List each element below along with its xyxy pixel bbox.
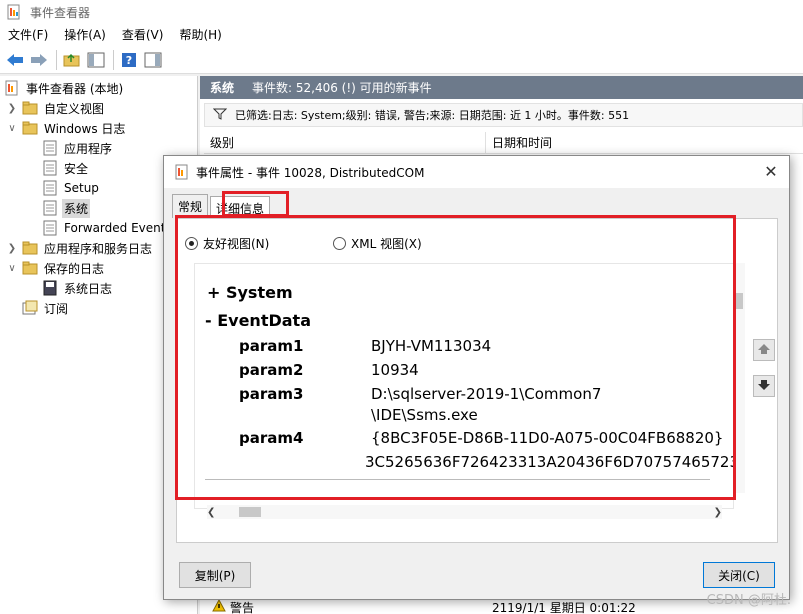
pane-header-name: 系统 bbox=[210, 81, 235, 95]
arrow-up-icon bbox=[757, 342, 771, 359]
tree-app-service-logs[interactable]: ❯ 应用程序和服务日志 bbox=[6, 238, 154, 258]
tab-details[interactable]: 详细信息 bbox=[210, 196, 271, 218]
pane-header-count: 事件数: 52,406 (!) 可用的新事件 bbox=[252, 81, 432, 95]
pane-header: 系统 事件数: 52,406 (!) 可用的新事件 bbox=[200, 76, 803, 99]
svg-text:?: ? bbox=[126, 54, 132, 67]
toolbar: ? bbox=[0, 46, 803, 74]
window-title: 事件查看器 bbox=[30, 5, 91, 20]
scroll-right-icon[interactable]: ❯ bbox=[714, 507, 722, 518]
event-properties-dialog: 事件属性 - 事件 10028, DistributedCOM ✕ 常规 详细信… bbox=[163, 155, 790, 600]
radio-button[interactable] bbox=[185, 237, 198, 250]
chevron-right-icon[interactable]: ❯ bbox=[6, 243, 18, 254]
toolbar-separator bbox=[113, 49, 114, 70]
tree-log-security[interactable]: 安全 bbox=[42, 158, 90, 178]
back-arrow-icon[interactable] bbox=[4, 49, 26, 71]
horizontal-scrollbar[interactable]: ❮ ❯ bbox=[207, 505, 722, 519]
param-value-continued: 3C5265636F726423313A20436F6D70757465723 bbox=[365, 453, 734, 471]
tree-subscriptions[interactable]: 订阅 bbox=[22, 298, 70, 318]
vertical-scrollbar[interactable] bbox=[733, 263, 745, 493]
filter-icon bbox=[212, 108, 228, 123]
show-action-pane-icon[interactable] bbox=[142, 49, 164, 71]
event-details-viewer[interactable]: + System - EventData param1 BJYH-VM11303… bbox=[194, 263, 734, 509]
forward-arrow-icon[interactable] bbox=[28, 49, 50, 71]
tree-saved-logs[interactable]: ∨ 保存的日志 bbox=[6, 258, 106, 278]
row-datetime: 2119/1/1 星期日 0:01:22 bbox=[492, 600, 636, 614]
scroll-left-icon[interactable]: ❮ bbox=[207, 507, 215, 518]
radio-button[interactable] bbox=[333, 237, 346, 250]
tree-log-system[interactable]: 系统 bbox=[42, 198, 91, 218]
log-icon bbox=[42, 140, 58, 156]
log-icon bbox=[42, 180, 58, 196]
tree-log-application[interactable]: 应用程序 bbox=[42, 138, 114, 158]
chevron-down-icon[interactable]: ∨ bbox=[6, 123, 18, 134]
column-level[interactable]: 级别 bbox=[204, 132, 486, 153]
column-datetime[interactable]: 日期和时间 bbox=[486, 134, 552, 151]
folder-icon bbox=[22, 100, 38, 116]
event-viewer-icon bbox=[4, 80, 20, 96]
tab-general[interactable]: 常规 bbox=[172, 194, 209, 218]
param-value: BJYH-VM113034 bbox=[371, 337, 492, 355]
dialog-title-bar: 事件属性 - 事件 10028, DistributedCOM ✕ bbox=[164, 156, 789, 188]
filter-text: 已筛选:日志: System;级别: 错误, 警告;来源: 日期范围: 近 1 … bbox=[235, 109, 630, 122]
param-value: {8BC3F05E-D86B-11D0-A075-00C04FB68820} bbox=[371, 429, 724, 447]
up-folder-icon[interactable] bbox=[61, 49, 83, 71]
previous-event-button[interactable] bbox=[753, 339, 775, 361]
folder-icon bbox=[22, 260, 38, 276]
menu-help[interactable]: 帮助(H) bbox=[171, 24, 229, 46]
show-hide-tree-icon[interactable] bbox=[85, 49, 107, 71]
folder-icon bbox=[22, 240, 38, 256]
param-key: param4 bbox=[239, 429, 304, 447]
param-key: param3 bbox=[239, 385, 304, 403]
event-viewer-icon bbox=[6, 4, 22, 20]
log-icon bbox=[42, 200, 58, 216]
event-properties-icon bbox=[174, 164, 190, 180]
tree-custom-views[interactable]: ❯ 自定义视图 bbox=[6, 98, 106, 118]
log-icon bbox=[42, 220, 58, 236]
dialog-tabs: 常规 详细信息 bbox=[172, 194, 272, 218]
tree-root[interactable]: 事件查看器 (本地) bbox=[4, 78, 125, 98]
subscription-icon bbox=[22, 300, 38, 316]
log-icon bbox=[42, 160, 58, 176]
radio-xml-view[interactable]: XML 视图(X) bbox=[333, 235, 422, 252]
param-value: D:\sqlserver-2019-1\Common7 bbox=[371, 385, 602, 403]
tree-windows-logs[interactable]: ∨ Windows 日志 bbox=[6, 118, 127, 138]
chevron-down-icon[interactable]: ∨ bbox=[6, 263, 18, 274]
next-event-button[interactable] bbox=[753, 375, 775, 397]
param-value: 10934 bbox=[371, 361, 419, 379]
param-key: param1 bbox=[239, 337, 304, 355]
close-icon[interactable]: ✕ bbox=[761, 162, 781, 182]
menu-action[interactable]: 操作(A) bbox=[56, 24, 114, 46]
scrollbar-thumb[interactable] bbox=[239, 507, 261, 517]
section-system[interactable]: + System bbox=[207, 283, 293, 302]
help-icon[interactable]: ? bbox=[118, 49, 140, 71]
dialog-title: 事件属性 - 事件 10028, DistributedCOM bbox=[196, 165, 425, 180]
arrow-down-icon bbox=[757, 378, 771, 395]
radio-friendly-view[interactable]: 友好视图(N) bbox=[185, 235, 269, 252]
copy-button[interactable]: 复制(P) bbox=[179, 562, 251, 588]
menu-view[interactable]: 查看(V) bbox=[114, 24, 172, 46]
param-key: param2 bbox=[239, 361, 304, 379]
watermark: CSDN @阿杜. bbox=[706, 593, 791, 608]
warning-icon bbox=[212, 598, 226, 614]
scrollbar-thumb[interactable] bbox=[735, 293, 743, 309]
menu-bar: 文件(F) 操作(A) 查看(V) 帮助(H) bbox=[0, 24, 803, 46]
details-panel: 友好视图(N) XML 视图(X) + System - EventData p… bbox=[176, 218, 778, 543]
close-button[interactable]: 关闭(C) bbox=[703, 562, 775, 588]
filter-bar: 已筛选:日志: System;级别: 错误, 警告;来源: 日期范围: 近 1 … bbox=[204, 103, 803, 127]
tree-log-forwarded[interactable]: Forwarded Events bbox=[42, 218, 174, 238]
tree-log-setup[interactable]: Setup bbox=[42, 178, 101, 198]
row-level: 警告 bbox=[230, 600, 255, 614]
saved-log-icon bbox=[42, 280, 58, 296]
menu-file[interactable]: 文件(F) bbox=[0, 24, 56, 46]
chevron-right-icon[interactable]: ❯ bbox=[6, 103, 18, 114]
divider bbox=[205, 479, 710, 480]
tree-saved-system-log[interactable]: 系统日志 bbox=[42, 278, 114, 298]
title-bar: 事件查看器 bbox=[0, 0, 803, 24]
toolbar-separator bbox=[56, 49, 57, 70]
folder-icon bbox=[22, 120, 38, 136]
param-value-continued: \IDE\Ssms.exe bbox=[371, 406, 478, 424]
column-header: 级别 日期和时间 bbox=[204, 132, 803, 154]
section-eventdata[interactable]: - EventData bbox=[205, 311, 311, 330]
